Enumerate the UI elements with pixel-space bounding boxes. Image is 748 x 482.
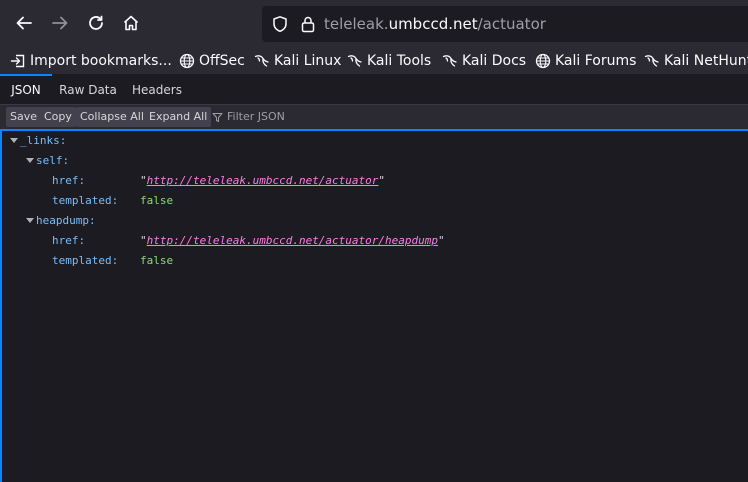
lock-icon[interactable] [300,15,316,33]
quote: " [438,234,445,247]
save-button[interactable]: Save [6,107,42,127]
browser-toolbar: teleleak.umbccd.net/actuator [0,0,748,48]
expand-twisty-icon[interactable] [26,158,34,163]
json-value: false [140,194,174,207]
reload-button[interactable] [79,6,113,40]
kali-dragon-icon [254,53,270,69]
json-toolbar: Save Copy Collapse All Expand All Filter… [0,105,748,131]
bookmark-import[interactable]: Import bookmarks... [10,50,172,72]
json-link[interactable]: http://teleleak.umbccd.net/actuator/heap… [147,234,438,247]
quote: " [140,234,147,247]
url-subdomain: teleleak. [324,15,389,33]
bookmark-label: Import bookmarks... [30,53,172,69]
tab-headers[interactable]: Headers [124,74,190,104]
bookmark-label: Kali NetHunt [664,53,748,69]
expand-all-button[interactable]: Expand All [145,107,212,127]
copy-button[interactable]: Copy [40,107,76,127]
quote: " [378,174,386,187]
json-value: "http://teleleak.umbccd.net/actuator" [140,171,385,191]
json-link[interactable]: http://teleleak.umbccd.net/actuator [147,174,379,187]
kali-dragon-icon [644,53,660,69]
tree-row-heapdump[interactable]: heapdump: [26,211,96,231]
bookmark-offsec[interactable]: OffSec [179,50,245,72]
json-key: templated: [52,254,119,267]
forward-button[interactable] [43,6,77,40]
quote: " [140,174,147,187]
collapse-all-button[interactable]: Collapse All [76,107,148,127]
globe-icon [179,53,195,69]
bookmarks-toolbar: Import bookmarks... OffSec Kali Linux Ka… [0,48,748,74]
globe-icon [535,53,551,69]
url-text[interactable]: teleleak.umbccd.net/actuator [324,14,546,34]
json-key: href: [52,174,86,187]
url-host: umbccd.net [388,15,478,33]
url-bar[interactable]: teleleak.umbccd.net/actuator [262,6,748,42]
arrow-left-icon [16,16,32,30]
json-value: false [140,254,174,267]
home-icon [123,15,139,31]
json-viewer-tabs: JSON Raw Data Headers [0,74,748,105]
tree-row-self[interactable]: self: [26,151,69,171]
tree-row-heapdump-href: href: [52,231,85,251]
bookmark-label: Kali Linux [274,53,342,69]
expand-twisty-icon[interactable] [26,218,34,223]
tree-row-links[interactable]: _links: [10,131,66,151]
bookmark-label: Kali Docs [462,53,527,69]
tree-row-self-href: href: [52,171,85,191]
filter-json-input[interactable]: Filter JSON [212,107,285,127]
json-tree: _links: self: href: "http://teleleak.umb… [0,131,748,482]
bookmark-kali-forums[interactable]: Kali Forums [535,50,636,72]
back-button[interactable] [7,6,41,40]
json-key: self: [36,154,70,167]
expand-twisty-icon[interactable] [10,138,18,143]
tab-json[interactable]: JSON [0,74,52,104]
bookmark-kali-tools[interactable]: Kali Tools [347,50,431,72]
json-value: "http://teleleak.umbccd.net/actuator/hea… [140,231,445,251]
url-path: /actuator [477,15,546,33]
bookmark-kali-nethunter[interactable]: Kali NetHunt [644,50,748,72]
tracking-protection-shield-icon[interactable] [271,15,289,33]
json-key: templated: [52,194,119,207]
json-key: _links: [20,134,67,147]
bookmark-label: Kali Forums [555,53,637,69]
filter-icon [212,112,223,122]
tree-row-self-templated: templated: [52,191,118,211]
json-key: heapdump: [36,214,96,227]
bookmark-kali-docs[interactable]: Kali Docs [442,50,526,72]
kali-dragon-icon [442,53,458,69]
kali-dragon-icon [347,53,363,69]
bookmark-label: OffSec [199,53,245,69]
import-icon [10,53,26,69]
bookmark-kali-linux[interactable]: Kali Linux [254,50,341,72]
tree-row-heapdump-templated: templated: [52,251,118,271]
tab-raw-data[interactable]: Raw Data [52,74,124,104]
arrow-right-icon [52,16,68,30]
reload-icon [89,15,103,30]
filter-placeholder: Filter JSON [227,110,285,123]
json-key: href: [52,234,86,247]
home-button[interactable] [114,6,148,40]
bookmark-label: Kali Tools [367,53,432,69]
